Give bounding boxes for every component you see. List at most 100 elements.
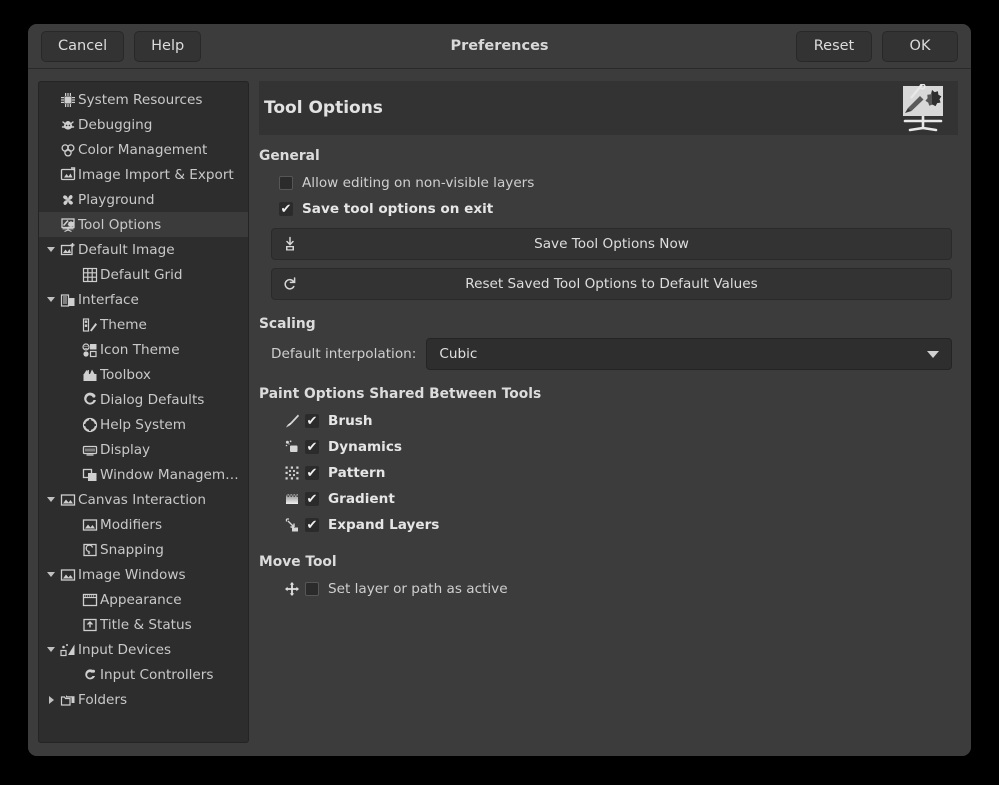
gradient-icon <box>279 490 305 508</box>
sidebar-item-image-windows[interactable]: Image Windows <box>39 562 248 587</box>
brush-icon <box>279 412 305 430</box>
pattern-icon <box>279 464 305 482</box>
sidebar-item-default-image[interactable]: Default Image <box>39 237 248 262</box>
action-button-label: Save Tool Options Now <box>534 236 689 252</box>
chevron-down-icon[interactable] <box>43 647 59 652</box>
checkbox-checked[interactable]: ✔ <box>305 414 319 428</box>
checkbox-label: Expand Layers <box>328 517 439 533</box>
chevron-down-icon[interactable] <box>43 247 59 252</box>
sidebar-item-label: Display <box>100 442 150 458</box>
checkbox-label: Pattern <box>328 465 385 481</box>
checkbox-checked[interactable]: ✔ <box>305 440 319 454</box>
checkbox-row-save-tool-options-on-exit[interactable]: ✔ Save tool options on exit <box>259 196 955 222</box>
check-icon: ✔ <box>281 203 292 216</box>
checkbox-row-brush[interactable]: ✔Brush <box>259 408 955 434</box>
checkbox-label: Set layer or path as active <box>328 581 508 597</box>
sidebar-item-label: Tool Options <box>78 217 161 233</box>
section-title-paint-options: Paint Options Shared Between Tools <box>259 386 955 402</box>
snap-icon <box>81 542 99 558</box>
chevron-down-icon[interactable] <box>43 297 59 302</box>
sidebar-item-dialog-defaults[interactable]: Dialog Defaults <box>39 387 248 412</box>
sidebar-item-default-grid[interactable]: Default Grid <box>39 262 248 287</box>
sidebar-item-interface[interactable]: Interface <box>39 287 248 312</box>
sidebar-item-theme[interactable]: Theme <box>39 312 248 337</box>
chevron-down-icon[interactable] <box>43 497 59 502</box>
sidebar-item-toolbox[interactable]: Toolbox <box>39 362 248 387</box>
check-icon: ✔ <box>307 467 318 480</box>
save-icon <box>282 229 298 259</box>
sidebar-item-input-controllers[interactable]: Input Controllers <box>39 662 248 687</box>
checkbox-checked[interactable]: ✔ <box>305 492 319 506</box>
checkbox-label: Dynamics <box>328 439 402 455</box>
ok-button[interactable]: OK <box>882 31 958 62</box>
sidebar-item-snapping[interactable]: Snapping <box>39 537 248 562</box>
sidebar-item-color-management[interactable]: Color Management <box>39 137 248 162</box>
sidebar-item-image-import-export[interactable]: Image Import & Export <box>39 162 248 187</box>
sidebar-item-label: Window Management <box>100 467 244 483</box>
help-button[interactable]: Help <box>134 31 201 62</box>
sidebar-item-playground[interactable]: Playground <box>39 187 248 212</box>
checkbox-checked[interactable]: ✔ <box>305 518 319 532</box>
chevron-down-icon[interactable] <box>43 572 59 577</box>
default-interpolation-row: Default interpolation: Cubic <box>259 338 955 370</box>
sidebar-item-appearance[interactable]: Appearance <box>39 587 248 612</box>
sidebar-item-label: Default Grid <box>100 267 183 283</box>
checkbox-unchecked[interactable] <box>305 582 319 596</box>
pinwheel-icon <box>59 192 77 208</box>
title-status-icon <box>81 617 99 633</box>
sidebar-item-label: Snapping <box>100 542 164 558</box>
check-icon: ✔ <box>307 493 318 506</box>
sidebar-item-system-resources[interactable]: System Resources <box>39 87 248 112</box>
sidebar-item-window-management[interactable]: Window Management <box>39 462 248 487</box>
sidebar-item-display[interactable]: Display <box>39 437 248 462</box>
move-icon <box>279 580 305 598</box>
checkbox-row-expand-layers[interactable]: ✔ Expand Layers <box>259 512 955 538</box>
reset-button[interactable]: Reset <box>796 31 872 62</box>
canvas-icon <box>59 567 77 583</box>
chevron-right-icon[interactable] <box>43 696 59 704</box>
color-wheel-icon <box>59 142 77 158</box>
cancel-button[interactable]: Cancel <box>41 31 124 62</box>
checkbox-label: Save tool options on exit <box>302 201 493 217</box>
dialog-body: System ResourcesDebugging Color Managemen… <box>28 69 971 756</box>
checkbox-row-set-layer-or-path-as-active[interactable]: Set layer or path as active <box>259 576 955 602</box>
sidebar-item-modifiers[interactable]: Modifiers <box>39 512 248 537</box>
sidebar-item-folders[interactable]: Folders <box>39 687 248 712</box>
canvas-icon <box>81 517 99 533</box>
help-system-icon <box>81 417 99 433</box>
chevron-down-icon <box>927 351 939 358</box>
action-button-label: Reset Saved Tool Options to Default Valu… <box>465 276 757 292</box>
check-icon: ✔ <box>307 415 318 428</box>
checkbox-unchecked[interactable] <box>279 176 293 190</box>
action-button-reset-saved-tool-options-to-default-values[interactable]: Reset Saved Tool Options to Default Valu… <box>271 268 952 300</box>
checkbox-row-allow-editing-on-non-visible-layers[interactable]: Allow editing on non-visible layers <box>259 170 955 196</box>
dialog-header-bar: Preferences Cancel Help Reset OK <box>28 24 971 69</box>
easel-icon <box>59 217 77 233</box>
checkbox-row-gradient[interactable]: ✔Gradient <box>259 486 955 512</box>
sidebar-item-tool-options[interactable]: Tool Options <box>39 212 248 237</box>
checkbox-checked[interactable]: ✔ <box>279 202 293 216</box>
checkbox-row-pattern[interactable]: ✔ Pattern <box>259 460 955 486</box>
move-tool-options-group: Set layer or path as active <box>259 576 955 602</box>
reset-icon <box>282 269 298 299</box>
import-export-icon <box>59 167 77 183</box>
checkbox-row-dynamics[interactable]: ✔ Dynamics <box>259 434 955 460</box>
action-button-save-tool-options-now[interactable]: Save Tool Options Now <box>271 228 952 260</box>
sidebar-item-icon-theme[interactable]: Icon Theme <box>39 337 248 362</box>
sidebar-item-help-system[interactable]: Help System <box>39 412 248 437</box>
checkbox-checked[interactable]: ✔ <box>305 466 319 480</box>
section-title-general: General <box>259 148 955 164</box>
preferences-category-tree[interactable]: System ResourcesDebugging Color Managemen… <box>38 81 249 743</box>
sidebar-item-label: Icon Theme <box>100 342 180 358</box>
folders-icon <box>59 692 77 708</box>
sidebar-item-canvas-interaction[interactable]: Canvas Interaction <box>39 487 248 512</box>
sidebar-item-title-status[interactable]: Title & Status <box>39 612 248 637</box>
default-interpolation-select[interactable]: Cubic <box>426 338 952 370</box>
dialog-defaults-icon <box>81 392 99 408</box>
panel-title: Tool Options <box>264 98 894 118</box>
sidebar-item-debugging[interactable]: Debugging <box>39 112 248 137</box>
sidebar-item-input-devices[interactable]: Input Devices <box>39 637 248 662</box>
sidebar-item-label: Color Management <box>78 142 207 158</box>
sidebar-item-label: Default Image <box>78 242 175 258</box>
sidebar-item-label: Toolbox <box>100 367 151 383</box>
